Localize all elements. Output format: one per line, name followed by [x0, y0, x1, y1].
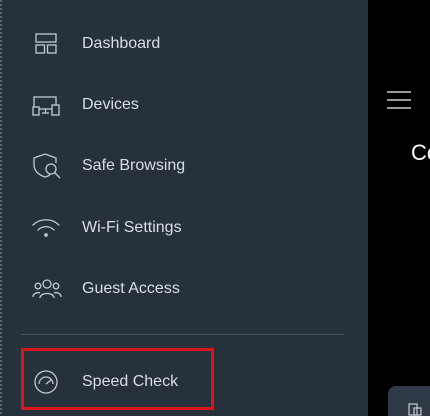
nav-item-devices[interactable]: Devices — [0, 85, 368, 125]
nav-item-dashboard[interactable]: Dashboard — [0, 24, 368, 64]
shield-search-icon — [30, 152, 64, 180]
background-page-title: Co — [411, 140, 430, 165]
nav-item-label: Devices — [82, 96, 139, 113]
wifi-icon — [30, 214, 64, 242]
nav-item-safe-browsing[interactable]: Safe Browsing — [0, 146, 368, 186]
guest-access-icon — [30, 275, 64, 303]
dashboard-icon — [30, 30, 64, 58]
drawer-divider — [21, 334, 344, 335]
device-card-icon — [408, 402, 422, 416]
app-screen: Co Dashboard — [0, 0, 430, 416]
nav-item-label: Guest Access — [82, 280, 180, 297]
devices-icon — [30, 91, 64, 119]
nav-item-label: Safe Browsing — [82, 157, 186, 174]
navigation-drawer: Dashboard Devices Safe Browsing Wi-Fi Se… — [0, 0, 368, 416]
background-card[interactable] — [388, 386, 430, 416]
hamburger-menu-icon[interactable] — [387, 91, 411, 109]
nav-item-guest-access[interactable]: Guest Access — [0, 269, 368, 309]
nav-item-label: Dashboard — [82, 35, 161, 52]
nav-item-wifi-settings[interactable]: Wi-Fi Settings — [0, 208, 368, 248]
speed-check-highlight — [21, 348, 214, 410]
nav-item-label: Wi-Fi Settings — [82, 219, 182, 236]
